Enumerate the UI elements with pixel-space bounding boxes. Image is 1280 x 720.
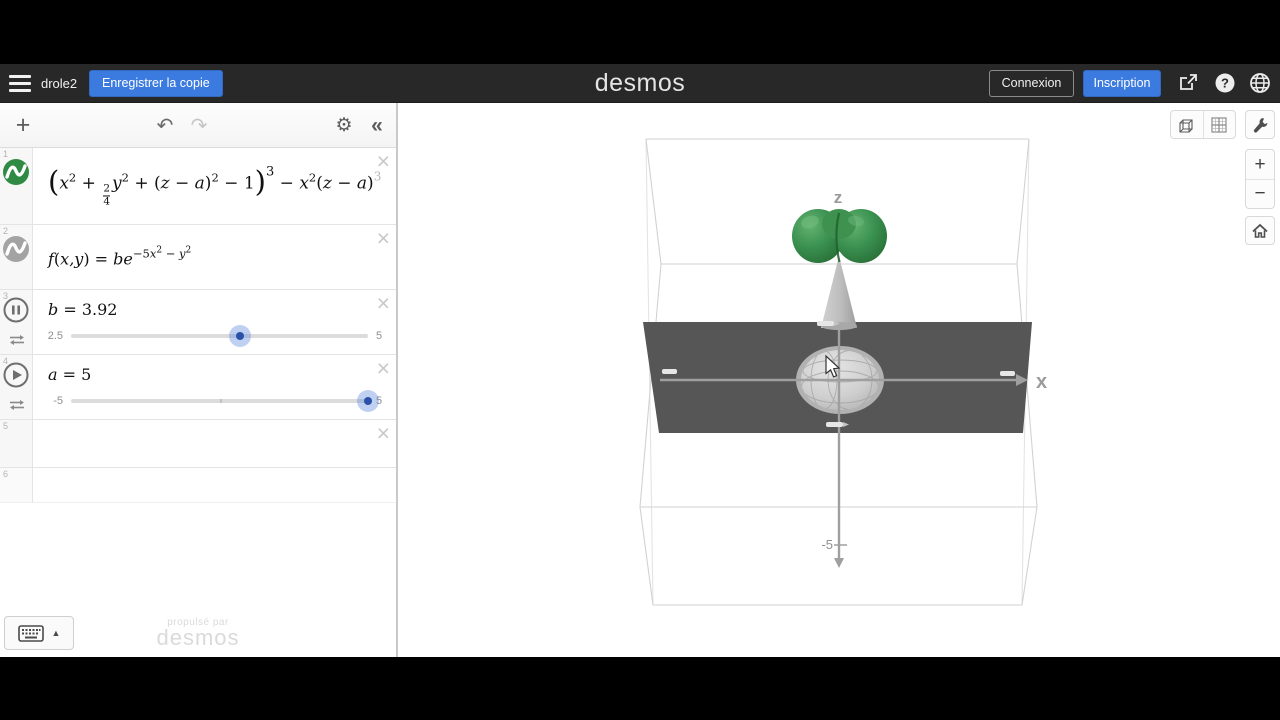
slider-a-thumb[interactable] [357,390,379,412]
loop-direction-icon[interactable] [8,334,26,346]
save-copy-button[interactable]: Enregistrer la copie [89,70,223,97]
add-expression-button[interactable]: + [8,103,38,148]
keyboard-open-arrow-icon: ▲ [52,628,61,638]
login-button[interactable]: Connexion [989,70,1074,97]
expression-row-2[interactable]: 2 f(x,y) = be−5x2 − y2 × [0,225,396,290]
row-number: 5 [3,421,8,431]
row-number: 6 [3,469,8,479]
row-2-gutter[interactable]: 2 [0,225,33,289]
svg-text:?: ? [1221,76,1229,91]
view-toggle-group [1170,110,1236,139]
close-row-4-icon[interactable]: × [377,357,390,380]
pause-animation-icon[interactable] [2,296,30,324]
graph-settings-button[interactable] [1245,110,1275,139]
row-4-content[interactable]: a = 5 × -5 5 [33,355,396,419]
powered-by-watermark: propulsé par desmos [150,617,246,648]
desmos-logo: desmos [595,69,686,98]
slider-b: 2.5 5 [41,325,388,347]
surface-icon-green[interactable] [2,158,30,186]
zoom-in-button[interactable]: + [1246,150,1274,179]
letterbox-top [0,0,1280,64]
expression-row-6[interactable]: 6 [0,468,396,503]
watermark-brand: desmos [150,628,246,648]
view-3d-button[interactable] [1171,111,1203,138]
row-4-gutter[interactable]: 4 [0,355,33,419]
undo-button[interactable]: ↶ [150,103,180,148]
row-5-gutter[interactable]: 5 [0,420,33,467]
close-row-1-icon[interactable]: × [377,150,390,173]
graph-3d-canvas[interactable]: z x -5 [400,103,1280,657]
cone-peak [821,256,857,330]
keyboard-icon [18,625,44,642]
slider-b-min: 2.5 [41,330,63,342]
share-icon[interactable] [1178,72,1200,94]
row-1-content[interactable]: (x2 + 24y2 + (z − a)2 − 1)3 − x2(z − a)3… [33,148,396,224]
z-axis-arrow [834,558,844,568]
close-row-5-icon[interactable]: × [377,422,390,445]
play-animation-icon[interactable] [2,361,30,389]
z-tick-label-neg5: -5 [821,537,833,552]
zoom-out-button[interactable]: − [1246,179,1274,208]
slider-b-thumb[interactable] [229,325,251,347]
surface-icon-gray[interactable] [2,235,30,263]
expression-toolbar: + ↶ ↷ ⚙ « [0,103,396,148]
graph-3d-viewport[interactable]: z x -5 [400,103,1280,657]
grid-2d-icon [1209,115,1229,135]
expression-row-4[interactable]: 4 a = 5 × -5 [0,355,396,420]
help-icon[interactable]: ? [1214,72,1236,94]
letterbox-bottom [0,657,1280,720]
x-axis-label: x [1036,371,1047,393]
reset-view-home-button[interactable] [1245,216,1275,245]
app-header: drole2 Enregistrer la copie desmos Conne… [0,64,1280,103]
expression-row-3[interactable]: 3 b = 3.92 × 2.5 [0,290,396,355]
row-3-gutter[interactable]: 3 [0,290,33,354]
slider-b-track[interactable] [71,334,368,338]
expression-row-1[interactable]: 1 (x2 + 24y2 + (z − a)2 − 1)3 − x2(z − a… [0,148,396,225]
close-row-2-icon[interactable]: × [377,227,390,250]
z-axis-label: z [834,188,843,207]
slider-a-zero-tick [220,399,222,403]
row-2-content[interactable]: f(x,y) = be−5x2 − y2 × [33,225,396,289]
expression-panel: + ↶ ↷ ⚙ « 1 (x2 + 24y2 + (z − a)2 − 1)3 … [0,103,398,657]
slider-a: -5 5 [41,390,388,412]
loop-direction-icon[interactable] [8,399,26,411]
row-3-content[interactable]: b = 3.92 × 2.5 5 [33,290,396,354]
signup-button[interactable]: Inscription [1083,70,1161,97]
redo-button[interactable]: ↷ [184,103,214,148]
expression-2[interactable]: f(x,y) = be−5x2 − y2 [48,246,191,269]
expression-1[interactable]: (x2 + 24y2 + (z − a)2 − 1)3 − x2(z − a)3 [48,164,381,207]
cube-3d-icon [1177,115,1197,135]
home-icon [1251,222,1269,240]
expression-4[interactable]: a = 5 [48,365,91,384]
slider-b-max: 5 [376,330,388,342]
slider-a-min: -5 [41,395,63,407]
row-1-gutter[interactable]: 1 [0,148,33,224]
row-5-content[interactable]: × [33,420,396,467]
edit-list-gear-button[interactable]: ⚙ [329,103,359,148]
collapse-panel-button[interactable]: « [362,103,392,148]
expression-row-5[interactable]: 5 × [0,420,396,468]
expression-3[interactable]: b = 3.92 [48,300,117,319]
view-2d-grid-button[interactable] [1203,111,1235,138]
keyboard-toggle-button[interactable]: ▲ [4,616,74,650]
row-6-gutter[interactable]: 6 [0,468,33,502]
slider-a-track[interactable] [71,399,368,403]
language-globe-icon[interactable] [1249,72,1271,94]
menu-icon[interactable] [9,75,31,92]
row-6-content[interactable] [33,468,396,502]
close-row-3-icon[interactable]: × [377,292,390,315]
green-surface [792,209,887,263]
zoom-controls: + − [1245,149,1275,209]
document-title: drole2 [41,76,77,91]
desmos-app: drole2 Enregistrer la copie desmos Conne… [0,64,1280,657]
wrench-icon [1251,116,1269,134]
